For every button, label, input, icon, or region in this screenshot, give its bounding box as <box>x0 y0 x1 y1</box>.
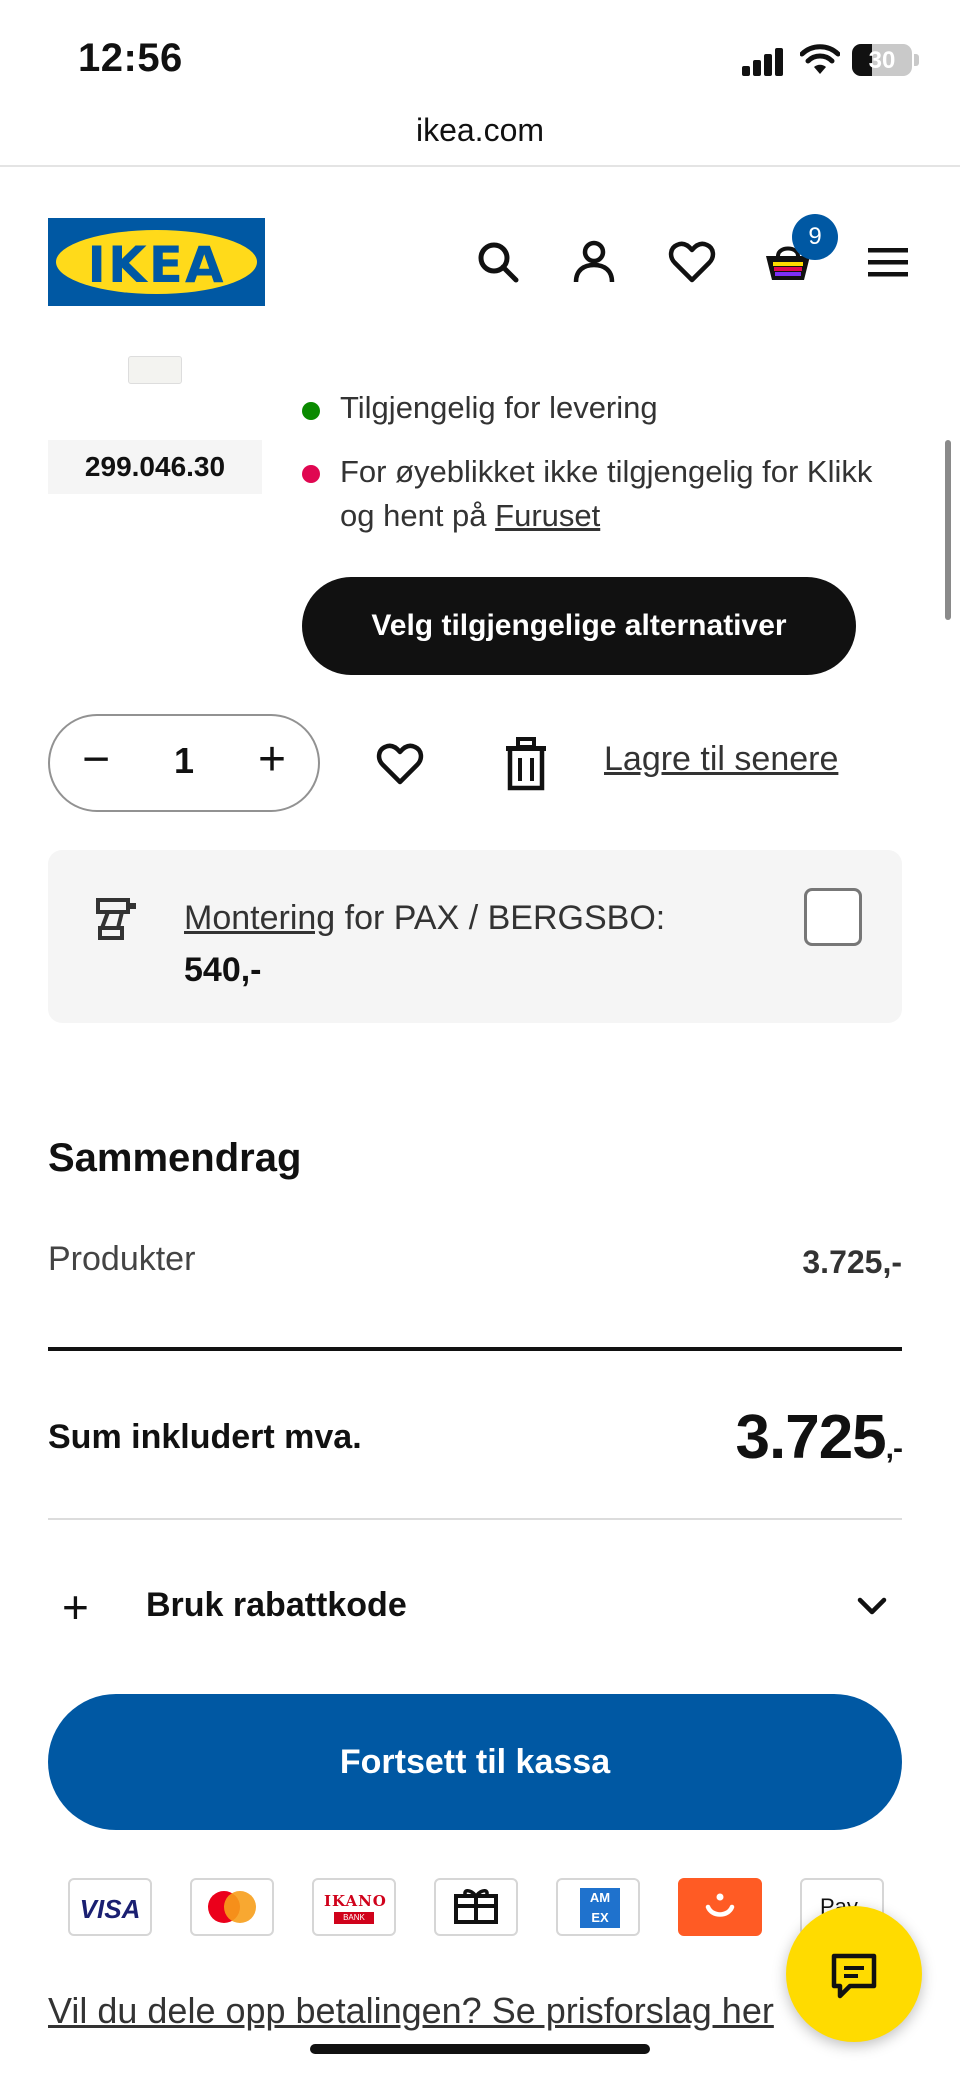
mastercard-icon <box>190 1878 274 1936</box>
quantity-stepper: − 1 + <box>48 714 320 812</box>
favourite-heart-icon[interactable] <box>374 738 426 790</box>
visa-icon: VISA <box>68 1878 152 1936</box>
products-label: Produkter <box>48 1240 196 1278</box>
amex-icon: AM EX <box>556 1878 640 1936</box>
assembly-text: Montering for PAX / BERGSBO: 540,- <box>184 892 665 996</box>
availability-click-collect-line1: For øyeblikket ikke tilgjengelig for Kli… <box>340 454 873 489</box>
assembly-service-card: Montering for PAX / BERGSBO: 540,- <box>48 850 902 1023</box>
gift-card-icon <box>434 1878 518 1936</box>
account-icon[interactable] <box>568 236 620 288</box>
save-for-later-link[interactable]: Lagre til senere <box>604 740 838 779</box>
home-indicator[interactable] <box>310 2044 650 2054</box>
checkout-button[interactable]: Fortsett til kassa <box>48 1694 902 1830</box>
increase-quantity-button[interactable]: + <box>258 732 286 787</box>
ikea-logo[interactable]: IKEA <box>48 218 265 306</box>
chat-icon <box>831 1953 877 1999</box>
assembly-price: 540,- <box>184 951 262 989</box>
ikano-label: IKANO <box>324 1892 387 1910</box>
split-payment-link[interactable]: Vil du dele opp betalingen? Se prisforsl… <box>48 1990 774 2032</box>
products-value: 3.725,- <box>802 1244 902 1280</box>
availability-delivery: Tilgjengelig for levering <box>340 390 658 425</box>
availability-dot-green <box>302 402 320 420</box>
assembly-product-name: for PAX / BERGSBO: <box>335 899 666 937</box>
signal-icon <box>742 48 784 76</box>
availability-store-prefix: og hent på <box>340 498 496 533</box>
store-link[interactable]: Furuset <box>495 498 600 533</box>
divider <box>48 1518 902 1520</box>
ikano-bank-icon: IKANO BANK <box>312 1878 396 1936</box>
heart-icon[interactable] <box>666 236 718 288</box>
menu-icon[interactable] <box>862 236 914 288</box>
visa-label: VISA <box>79 1894 141 1924</box>
availability-click-collect: For øyeblikket ikke tilgjengelig for Kli… <box>340 450 872 538</box>
vipps-icon <box>678 1878 762 1936</box>
total-suffix: ,- <box>885 1432 903 1465</box>
article-number: 299.046.30 <box>48 440 262 494</box>
product-thumbnail[interactable] <box>128 356 182 384</box>
scrollbar[interactable] <box>945 440 951 620</box>
divider <box>48 1347 902 1351</box>
availability-click-collect-line2: og hent på Furuset <box>340 494 872 538</box>
assembly-checkbox[interactable] <box>804 888 862 946</box>
total-value: 3.725,- <box>735 1402 904 1473</box>
battery-tip <box>914 54 919 66</box>
battery-level: 30 <box>868 47 896 74</box>
discount-code-toggle[interactable]: Bruk rabattkode <box>146 1586 407 1625</box>
status-time: 12:56 <box>78 36 183 80</box>
trash-icon[interactable] <box>500 736 552 792</box>
total-amount: 3.725 <box>735 1403 887 1472</box>
logo-text: IKEA <box>87 236 226 294</box>
chevron-down-icon[interactable] <box>852 1592 892 1622</box>
divider <box>0 165 960 167</box>
assembly-link[interactable]: Montering <box>184 899 335 937</box>
availability-dot-red <box>302 465 320 483</box>
address-bar-url[interactable]: ikea.com <box>0 112 960 149</box>
assembly-drill-icon <box>96 898 136 940</box>
total-label: Sum inkludert mva. <box>48 1418 362 1456</box>
choose-alternatives-button[interactable]: Velg tilgjengelige alternativer <box>302 577 856 675</box>
cart-count-badge: 9 <box>792 214 838 260</box>
summary-title: Sammendrag <box>48 1136 302 1180</box>
battery-icon: 30 <box>852 44 912 76</box>
plus-icon[interactable]: + <box>62 1580 89 1634</box>
ikano-sub-label: BANK <box>334 1912 374 1924</box>
chat-button[interactable] <box>786 1906 922 2042</box>
amex-label: AM EX <box>580 1888 620 1928</box>
search-icon[interactable] <box>472 236 524 288</box>
wifi-icon <box>800 44 840 74</box>
